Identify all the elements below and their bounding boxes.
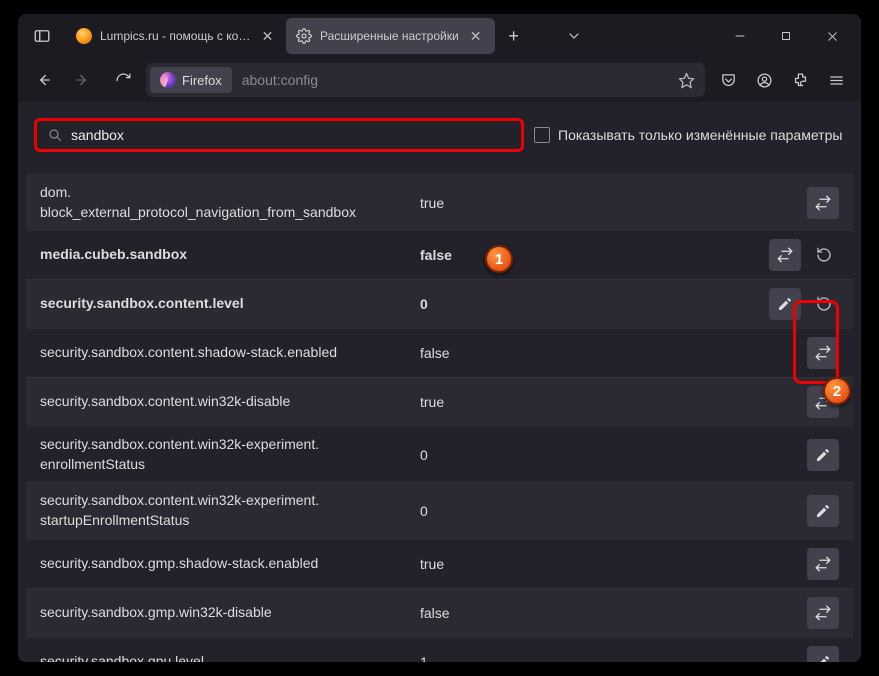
- urlbar[interactable]: Firefox about:config: [146, 63, 705, 97]
- identity-box[interactable]: Firefox: [150, 67, 232, 93]
- annotation-badge-1: 1: [485, 245, 513, 273]
- account-icon[interactable]: [747, 63, 781, 97]
- toggle-button[interactable]: [769, 239, 801, 271]
- pref-row: security.sandbox.content.win32k-disablet…: [26, 377, 853, 426]
- modified-only-checkbox[interactable]: Показывать только изменённые параметры: [534, 127, 842, 143]
- pref-row: security.sandbox.content.level0: [26, 279, 853, 328]
- back-button[interactable]: [26, 63, 60, 97]
- pref-row: security.sandbox.content.shadow-stack.en…: [26, 328, 853, 377]
- pref-actions: [769, 239, 839, 271]
- sidebar-toggle-icon[interactable]: [24, 18, 60, 54]
- pref-actions: [807, 337, 839, 369]
- pref-name: security.sandbox.content.level: [40, 294, 420, 314]
- toggle-button[interactable]: [807, 337, 839, 369]
- pref-name: security.sandbox.content.win32k-experime…: [40, 435, 420, 474]
- titlebar: Lumpics.ru - помощь с компь ✕ Расширенны…: [18, 14, 861, 58]
- extensions-icon[interactable]: [783, 63, 817, 97]
- tab-lumpics[interactable]: Lumpics.ru - помощь с компь ✕: [66, 18, 286, 54]
- edit-button[interactable]: [807, 495, 839, 527]
- reload-button[interactable]: [106, 63, 140, 97]
- pocket-icon[interactable]: [711, 63, 745, 97]
- close-icon[interactable]: ✕: [259, 27, 276, 45]
- search-row: Показывать только изменённые параметры: [26, 118, 853, 152]
- tabstrip: Lumpics.ru - помощь с компь ✕ Расширенны…: [66, 18, 717, 54]
- firefox-window: Lumpics.ru - помощь с компь ✕ Расширенны…: [18, 14, 861, 662]
- pref-name: security.sandbox.content.shadow-stack.en…: [40, 343, 420, 363]
- toolbar-right: [711, 63, 853, 97]
- pref-value: true: [420, 195, 807, 211]
- toggle-button[interactable]: [807, 597, 839, 629]
- pref-row: security.sandbox.gmp.win32k-disablefalse: [26, 588, 853, 637]
- pref-name: security.sandbox.gmp.win32k-disable: [40, 603, 420, 623]
- new-tab-button[interactable]: +: [499, 21, 529, 51]
- maximize-button[interactable]: [763, 14, 809, 58]
- pref-name: security.sandbox.gpu.level: [40, 652, 420, 662]
- forward-button[interactable]: [66, 63, 100, 97]
- pref-value: true: [420, 556, 807, 572]
- tab-aboutconfig[interactable]: Расширенные настройки ✕: [286, 18, 495, 54]
- pref-row: media.cubeb.sandboxfalse: [26, 230, 853, 279]
- edit-button[interactable]: [807, 439, 839, 471]
- pref-value: false: [420, 345, 807, 361]
- identity-label: Firefox: [182, 73, 222, 88]
- search-icon: [47, 127, 63, 143]
- reset-button[interactable]: [809, 240, 839, 270]
- pref-value: 0: [420, 296, 769, 312]
- annotation-badge-2: 2: [823, 377, 851, 405]
- pref-actions: [807, 548, 839, 580]
- pref-value: true: [420, 394, 807, 410]
- prefs-list: dom.block_external_protocol_navigation_f…: [26, 174, 853, 662]
- toggle-button[interactable]: [807, 548, 839, 580]
- pref-row: dom.block_external_protocol_navigation_f…: [26, 174, 853, 230]
- firefox-logo-icon: [160, 72, 176, 88]
- pref-actions: [769, 288, 839, 320]
- tab-overflow-button[interactable]: [559, 21, 589, 51]
- tab-label: Расширенные настройки: [320, 29, 459, 43]
- window-controls: [717, 14, 855, 58]
- pref-value: 0: [420, 503, 807, 519]
- url-text: about:config: [232, 72, 671, 88]
- pref-name: security.sandbox.gmp.shadow-stack.enable…: [40, 554, 420, 574]
- checkbox-label: Показывать только изменённые параметры: [558, 127, 842, 143]
- pref-name: security.sandbox.content.win32k-experime…: [40, 491, 420, 530]
- pref-row: security.sandbox.gmp.shadow-stack.enable…: [26, 539, 853, 588]
- pref-value: false: [420, 247, 769, 263]
- pref-row: security.sandbox.content.win32k-experime…: [26, 482, 853, 538]
- pref-name: media.cubeb.sandbox: [40, 245, 420, 265]
- edit-button[interactable]: [769, 288, 801, 320]
- about-config-content: Показывать только изменённые параметры d…: [18, 102, 861, 662]
- close-icon[interactable]: ✕: [467, 27, 485, 45]
- bookmark-star-icon[interactable]: [671, 65, 701, 95]
- menu-icon[interactable]: [819, 63, 853, 97]
- tab-label: Lumpics.ru - помощь с компь: [100, 29, 251, 43]
- nav-toolbar: Firefox about:config: [18, 58, 861, 102]
- toggle-button[interactable]: [807, 187, 839, 219]
- pref-search-box[interactable]: [34, 118, 524, 152]
- close-window-button[interactable]: [809, 14, 855, 58]
- checkbox-icon: [534, 127, 550, 143]
- reset-button[interactable]: [809, 289, 839, 319]
- pref-value: false: [420, 605, 807, 621]
- pref-actions: [807, 597, 839, 629]
- pref-actions: [807, 187, 839, 219]
- pref-row: security.sandbox.gpu.level1: [26, 637, 853, 662]
- pref-search-input[interactable]: [71, 127, 511, 143]
- pref-value: 0: [420, 447, 807, 463]
- pref-actions: [807, 646, 839, 662]
- favicon-lumpics-icon: [76, 28, 92, 44]
- pref-row: security.sandbox.content.win32k-experime…: [26, 426, 853, 482]
- minimize-button[interactable]: [717, 14, 763, 58]
- pref-value: 1: [420, 654, 807, 662]
- pref-name: dom.block_external_protocol_navigation_f…: [40, 183, 420, 222]
- pref-name: security.sandbox.content.win32k-disable: [40, 392, 420, 412]
- pref-actions: [807, 439, 839, 471]
- edit-button[interactable]: [807, 646, 839, 662]
- pref-actions: [807, 495, 839, 527]
- gear-icon: [296, 28, 312, 44]
